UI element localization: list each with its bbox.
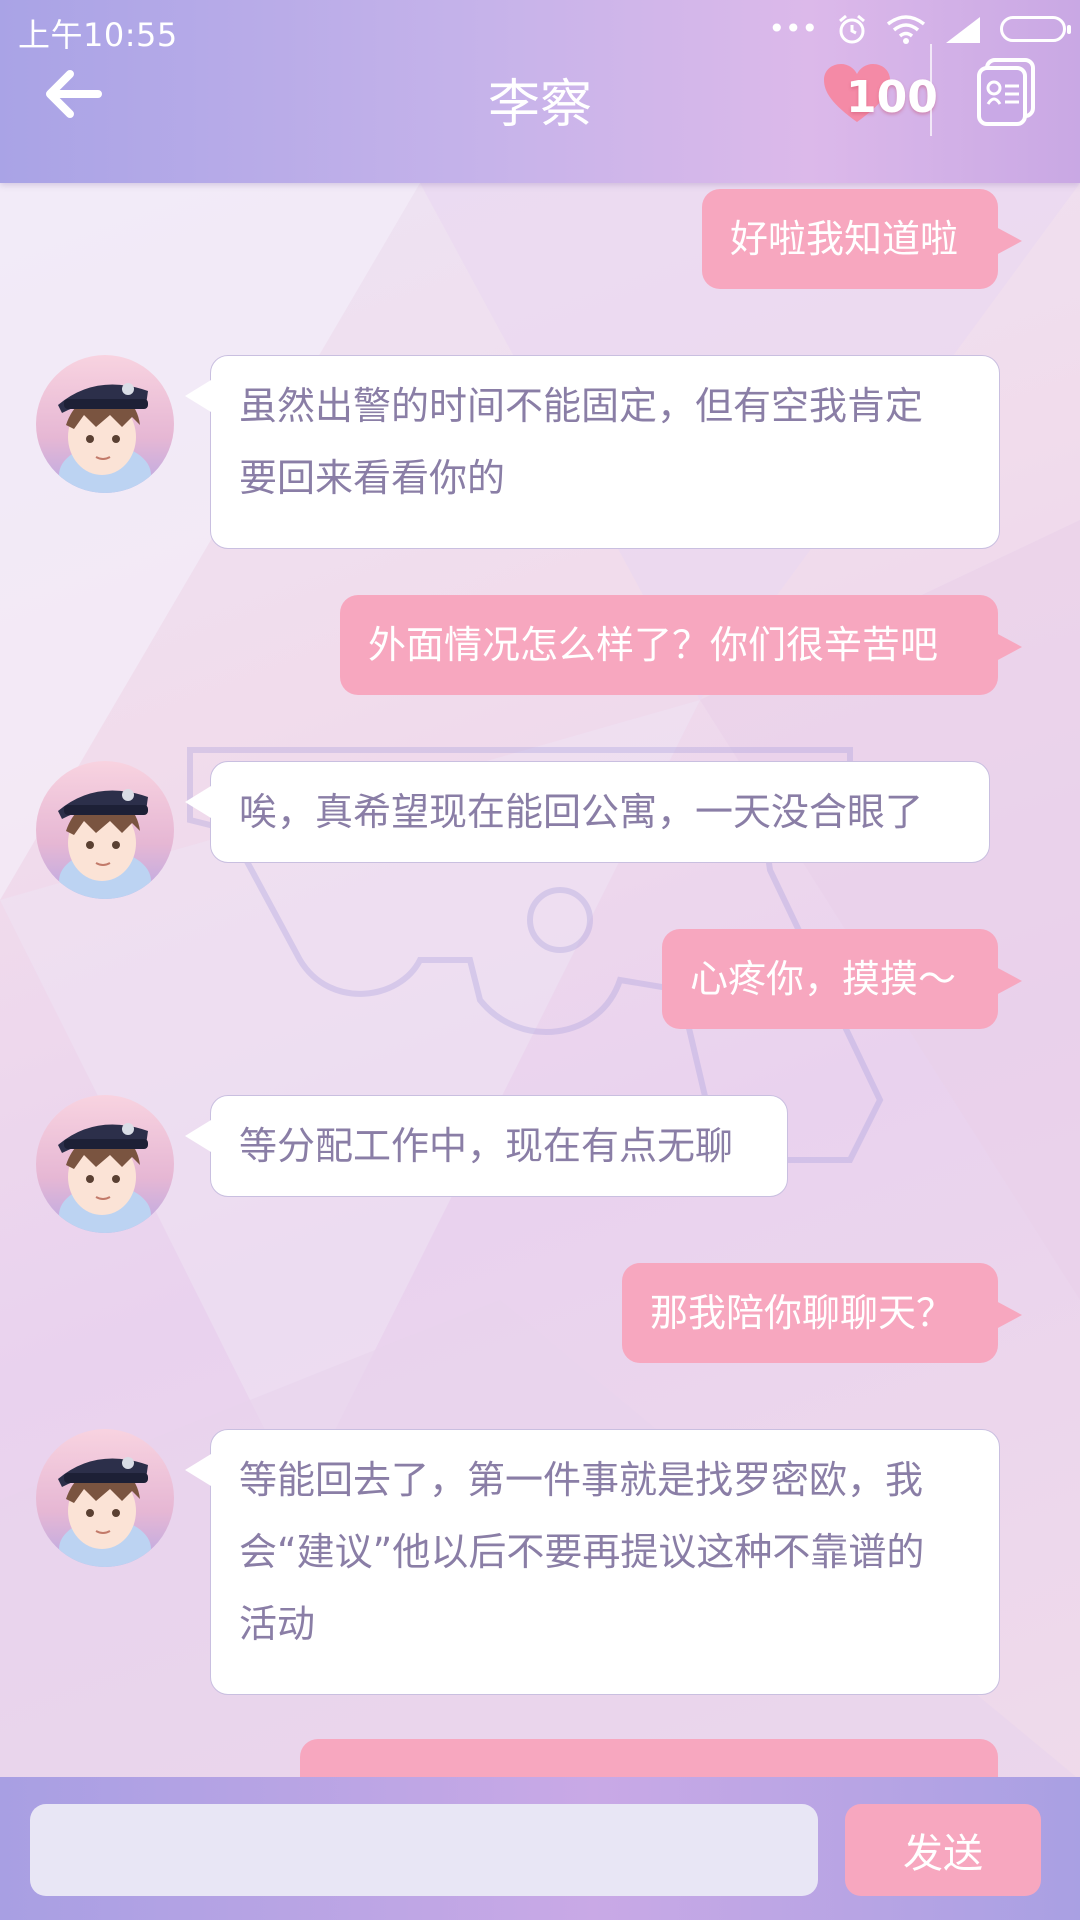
battery-icon xyxy=(1000,15,1071,42)
police-avatar-icon xyxy=(58,1123,151,1233)
composer-bar: 发送 xyxy=(0,1777,1080,1920)
police-avatar-icon xyxy=(58,789,151,899)
wifi-icon xyxy=(886,14,926,44)
affection-meter[interactable]: 100 xyxy=(822,60,938,130)
police-avatar-icon xyxy=(58,1457,151,1567)
message-outgoing: 好啦我知道啦 xyxy=(702,189,1022,289)
message-text-line: 等能回去了，第一件事就是找罗密欧，我 xyxy=(239,1458,924,1502)
signal-icon xyxy=(946,16,980,43)
status-time: 上午10:55 xyxy=(18,16,178,54)
message-text: 好啦我知道啦 xyxy=(730,217,959,261)
message-outgoing: 外面情况怎么样了？你们很辛苦吧 xyxy=(340,595,1022,695)
message-text: 心疼你，摸摸～ xyxy=(690,957,957,1001)
avatar[interactable] xyxy=(36,355,174,493)
chat-list[interactable]: 好啦我知道啦 虽然出警的时间不能固定，但有空我肯定 要回来看看你的 外面情况怎么… xyxy=(0,183,1080,1777)
message-text-line: 虽然出警的时间不能固定，但有空我肯定 xyxy=(239,384,924,428)
avatar[interactable] xyxy=(36,1095,174,1233)
message-outgoing-partial xyxy=(300,1739,998,1777)
app-header: 上午10:55 ••• 李察 100 xyxy=(0,0,1080,183)
more-dots-icon: ••• xyxy=(768,12,818,45)
message-text: 等分配工作中，现在有点无聊 xyxy=(239,1124,734,1168)
message-input[interactable] xyxy=(30,1804,818,1896)
send-button[interactable]: 发送 xyxy=(845,1804,1041,1896)
avatar[interactable] xyxy=(36,1429,174,1567)
police-avatar-icon xyxy=(58,383,151,493)
message-outgoing: 那我陪你聊聊天？ xyxy=(622,1263,1022,1363)
header-divider xyxy=(930,44,932,136)
message-incoming: 等分配工作中，现在有点无聊 xyxy=(185,1095,788,1197)
message-text-line: 会“建议”他以后不要再提议这种不靠谱的 xyxy=(239,1530,925,1574)
message-text-line: 要回来看看你的 xyxy=(239,456,506,500)
message-text: 唉，真希望现在能回公寓，一天没合眼了 xyxy=(239,790,924,834)
message-text: 外面情况怎么样了？你们很辛苦吧 xyxy=(368,623,939,667)
status-icons: ••• xyxy=(768,12,1071,45)
message-outgoing: 心疼你，摸摸～ xyxy=(662,929,1022,1029)
message-text: 那我陪你聊聊天？ xyxy=(650,1291,955,1335)
avatar[interactable] xyxy=(36,761,174,899)
alarm-icon xyxy=(839,14,865,43)
affection-count: 100 xyxy=(846,72,938,123)
message-incoming: 唉，真希望现在能回公寓，一天没合眼了 xyxy=(185,761,990,863)
contact-card-icon[interactable] xyxy=(975,58,1037,126)
message-incoming: 虽然出警的时间不能固定，但有空我肯定 要回来看看你的 xyxy=(185,355,1000,549)
message-text-line: 活动 xyxy=(239,1602,316,1646)
message-incoming: 等能回去了，第一件事就是找罗密欧，我 会“建议”他以后不要再提议这种不靠谱的 活… xyxy=(185,1429,1000,1695)
